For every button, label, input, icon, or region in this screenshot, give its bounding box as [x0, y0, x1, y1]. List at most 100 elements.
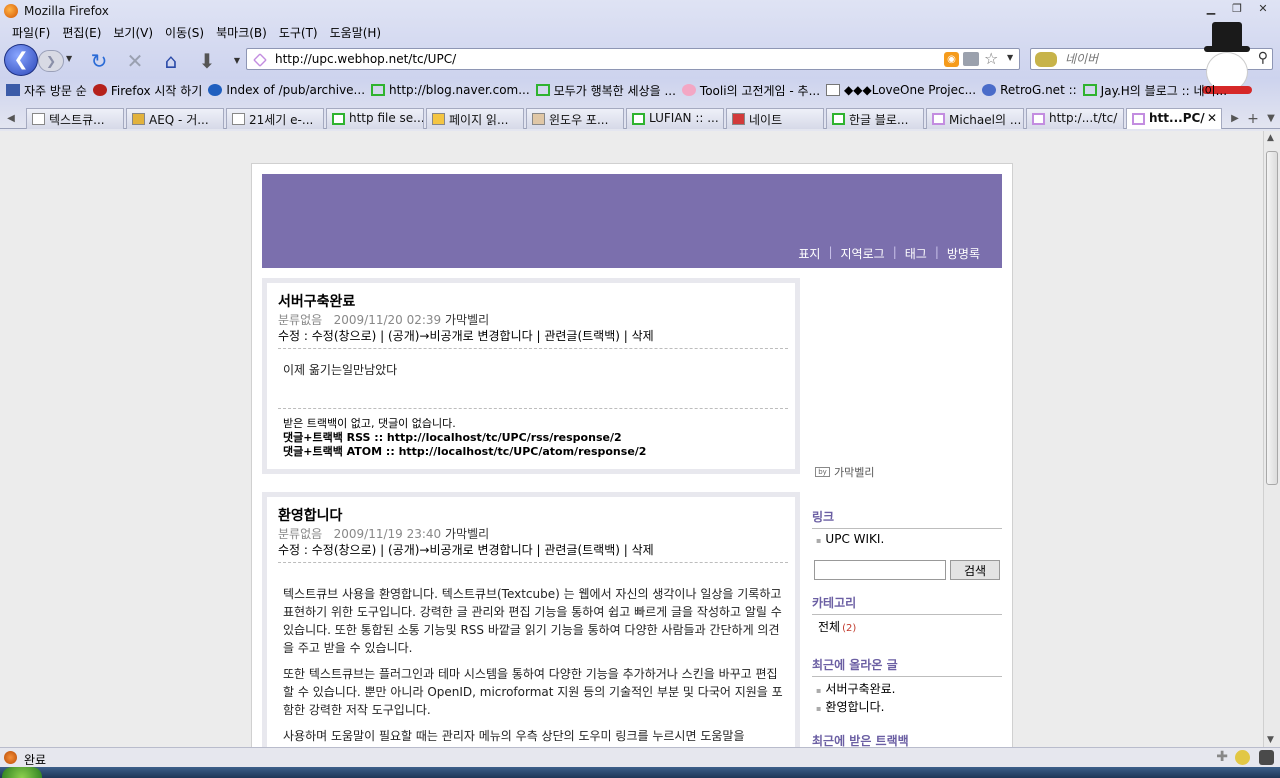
menu-bar: 파일(F) 편집(E) 보기(V) 이동(S) 북마크(B) 도구(T) 도움말… [0, 22, 387, 42]
recent-trackbacks-heading: 최근에 받은 트랙백 [812, 732, 1002, 747]
nav-locallog-link[interactable]: 지역로그 [833, 245, 893, 262]
post-title[interactable]: 환영합니다 [278, 505, 342, 525]
blog-search-input[interactable] [814, 560, 946, 580]
firefox-icon [4, 4, 18, 18]
bookmark-item[interactable]: Jay.H의 블로그 :: 네이... [1082, 82, 1227, 99]
textcube-icon [1132, 113, 1145, 125]
recent-post-item[interactable]: ▪ 환영합니다. [816, 698, 884, 715]
tab-list-icon[interactable]: ▼ [1262, 109, 1280, 129]
download-icon[interactable]: ⬇ [194, 48, 220, 74]
search-engine-icon[interactable] [1035, 52, 1057, 67]
history-dropdown-icon[interactable]: ▼ [66, 54, 72, 63]
extension-icon[interactable] [963, 52, 979, 66]
tab-scroll-right-icon[interactable]: ▶ [1226, 109, 1244, 129]
home-icon[interactable]: ⌂ [158, 48, 184, 74]
menu-tools[interactable]: 도구(T) [273, 24, 324, 41]
bookmark-item[interactable]: Index of /pub/archive... [208, 83, 365, 97]
tab-bar: ◀ 텍스트큐... AEQ - 거... 21세기 e-... http fil… [0, 107, 1280, 129]
close-window-button[interactable]: ✕ [1252, 1, 1274, 17]
naver-icon [632, 113, 645, 125]
addon-smiley-icon[interactable] [1235, 750, 1250, 765]
tab-4[interactable]: 페이지 읽... [426, 108, 524, 129]
naver-icon [832, 113, 845, 125]
tab-scroll-left-icon[interactable]: ◀ [2, 109, 20, 129]
tab-3[interactable]: http file se... [326, 108, 424, 129]
tab-6[interactable]: LUFIAN :: ... [626, 108, 724, 129]
bookmark-star-icon[interactable]: ☆ [984, 49, 998, 68]
reload-icon[interactable]: ↻ [86, 48, 112, 74]
tab-5[interactable]: 윈도우 포... [526, 108, 624, 129]
bookmark-item[interactable]: ◆◆◆LoveOne Projec... [826, 83, 976, 97]
scroll-down-icon[interactable]: ▼ [1267, 735, 1274, 745]
rss-response-link[interactable]: 댓글+트랙백 RSS :: http://localhost/tc/UPC/rs… [283, 431, 622, 444]
naver-icon [535, 84, 550, 96]
tab-8[interactable]: 한글 블로... [826, 108, 924, 129]
recent-posts-heading: 최근에 올라온 글 [812, 656, 1002, 677]
bookmark-item[interactable]: 자주 방문 순 [6, 82, 87, 99]
forward-button[interactable]: ❯ [38, 50, 64, 72]
scroll-up-icon[interactable]: ▲ [1267, 133, 1274, 143]
stop-icon[interactable]: ✕ [122, 48, 148, 74]
addon-tool-icon[interactable] [1259, 750, 1274, 765]
bookmark-item[interactable]: Tooli의 고전게임 - 추... [681, 82, 820, 99]
category-heading: 카테고리 [812, 594, 1002, 615]
tab-11-active[interactable]: htt...PC/✕ [1126, 108, 1222, 129]
address-bar[interactable]: ◉ ☆ ▼ [246, 48, 1020, 70]
blog-search-button[interactable]: 검색 [950, 560, 1000, 580]
bookmark-item[interactable]: RetroG.net :: [982, 83, 1077, 97]
recent-post-item[interactable]: ▪ 서버구축완료. [816, 680, 895, 697]
textcube-icon [932, 113, 945, 125]
title-bar: Mozilla Firefox ▁ ❐ ✕ [0, 0, 1280, 22]
menu-go[interactable]: 이동(S) [159, 24, 210, 41]
nav-guestbook-link[interactable]: 방명록 [939, 245, 988, 262]
bookmark-item[interactable]: 모두가 행복한 세상을 ... [535, 82, 676, 99]
post-meta: 분류없음 2009/11/20 02:39 가막벨리 [278, 313, 490, 327]
url-input[interactable] [275, 51, 915, 67]
bookmark-item[interactable]: http://blog.naver.com... [371, 83, 530, 97]
new-tab-icon[interactable]: + [1244, 109, 1262, 129]
tab-10[interactable]: http:/...t/tc/ [1026, 108, 1124, 129]
scroll-thumb[interactable] [1266, 151, 1278, 485]
blog-nav: 표지 | 지역로그 | 태그 | 방명록 [790, 245, 988, 262]
back-button[interactable]: ❮ [4, 44, 38, 76]
warning-icon [432, 113, 445, 125]
cc-by-icon: by [815, 467, 830, 477]
menu-help[interactable]: 도움말(H) [324, 24, 388, 41]
divider [278, 348, 788, 349]
menu-edit[interactable]: 편집(E) [56, 24, 107, 41]
rss-feed-icon[interactable]: ◉ [944, 52, 959, 67]
tab-9[interactable]: Michael의 ... [926, 108, 1024, 129]
post-title[interactable]: 서버구축완료 [278, 291, 355, 311]
post-admin-actions[interactable]: 수정 : 수정(창으로) | (공개)→비공개로 변경합니다 | 관련글(트랙백… [278, 541, 654, 558]
menu-view[interactable]: 보기(V) [107, 24, 159, 41]
maximize-button[interactable]: ❐ [1226, 1, 1248, 17]
start-button[interactable] [2, 767, 42, 778]
post-body: 텍스트큐브 사용을 환영합니다. 텍스트큐브(Textcube) 는 웹에서 자… [283, 587, 783, 743]
tab-1[interactable]: AEQ - 거... [126, 108, 224, 129]
nav-cover-link[interactable]: 표지 [790, 245, 828, 262]
minimize-button[interactable]: ▁ [1200, 1, 1222, 17]
tab-7[interactable]: 네이트 [726, 108, 824, 129]
atom-response-link[interactable]: 댓글+트랙백 ATOM :: http://localhost/tc/UPC/a… [283, 445, 646, 458]
vertical-scrollbar[interactable]: ▲ ▼ [1263, 131, 1280, 747]
close-tab-icon[interactable]: ✕ [1207, 111, 1217, 125]
firefox-status-icon [4, 751, 17, 764]
addon-plus-icon[interactable]: ✚ [1216, 749, 1228, 765]
status-text: 완료 [24, 753, 47, 767]
trackback-info: 받은 트랙백이 없고, 댓글이 없습니다. 댓글+트랙백 RSS :: http… [283, 417, 647, 458]
aeq-icon [132, 113, 145, 125]
menu-file[interactable]: 파일(F) [6, 24, 56, 41]
category-all-link[interactable]: 전체 (2) [818, 618, 856, 635]
page-icon [826, 84, 841, 96]
post-admin-actions[interactable]: 수정 : 수정(창으로) | (공개)→비공개로 변경합니다 | 관련글(트랙백… [278, 327, 654, 344]
site-favicon-icon [253, 53, 267, 67]
bookmark-item[interactable]: Firefox 시작 하기 [92, 82, 202, 99]
menu-bookmarks[interactable]: 북마크(B) [210, 24, 273, 41]
nav-tag-link[interactable]: 태그 [897, 245, 935, 262]
tab-2[interactable]: 21세기 e-... [226, 108, 324, 129]
tab-0[interactable]: 텍스트큐... [26, 108, 124, 129]
url-dropdown-icon[interactable]: ▼ [1007, 53, 1013, 62]
naver-icon [371, 84, 386, 96]
post-card: 서버구축완료 분류없음 2009/11/20 02:39 가막벨리 수정 : 수… [262, 278, 800, 474]
link-item[interactable]: ▪ UPC WIKI. [816, 532, 884, 546]
